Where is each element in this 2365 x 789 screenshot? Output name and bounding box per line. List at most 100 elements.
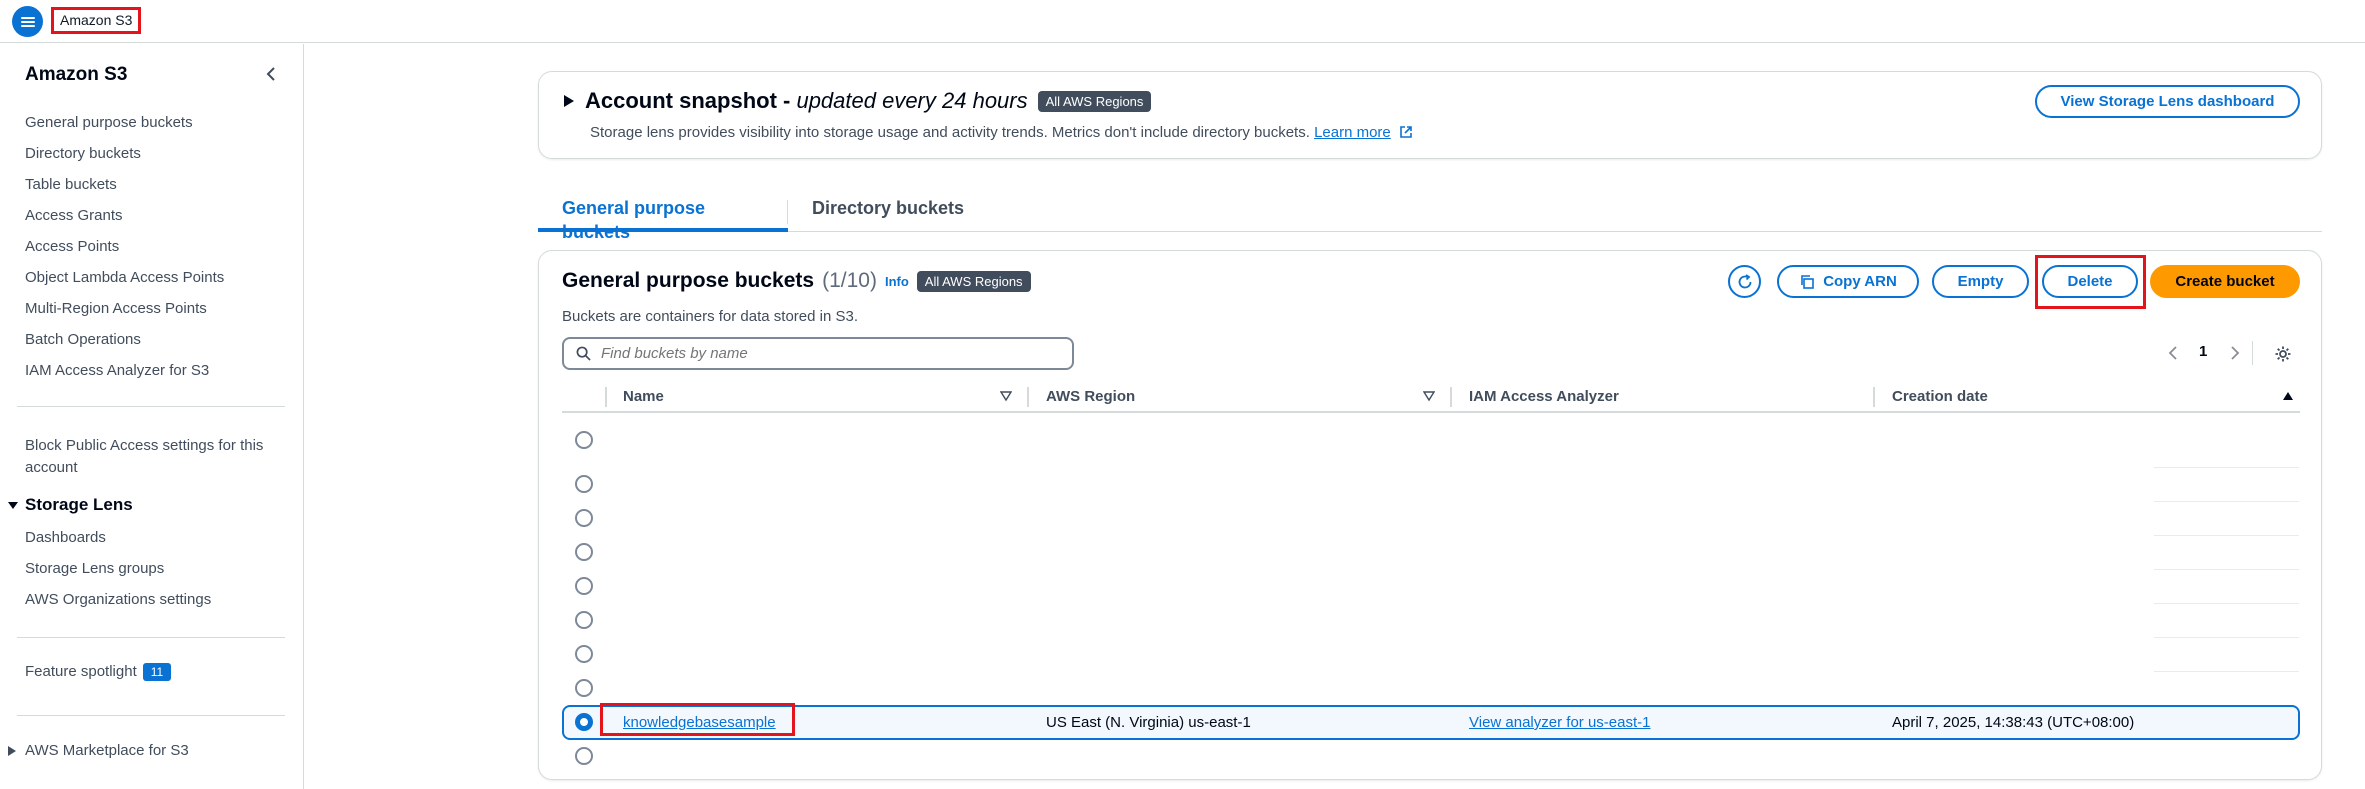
caret-right-icon bbox=[8, 745, 16, 756]
row-select-radio[interactable] bbox=[575, 475, 593, 493]
notification-count-badge: 11 bbox=[142, 663, 172, 681]
sidebar-item-general-purpose-buckets[interactable]: General purpose buckets bbox=[25, 114, 193, 131]
sidebar-item-label: account bbox=[25, 459, 78, 476]
column-header-region[interactable]: AWS Region bbox=[1046, 388, 1135, 405]
account-snapshot-description: Storage lens provides visibility into st… bbox=[590, 124, 1413, 141]
sidebar-item-iam-access-analyzer[interactable]: IAM Access Analyzer for S3 bbox=[25, 362, 209, 379]
search-icon bbox=[576, 346, 591, 361]
create-bucket-button[interactable]: Create bucket bbox=[2150, 265, 2300, 298]
tab-divider bbox=[787, 200, 788, 224]
sidebar-item-storage-lens-groups[interactable]: Storage Lens groups bbox=[25, 560, 164, 577]
general-purpose-buckets-panel: General purpose buckets (1/10) Info All … bbox=[538, 250, 2322, 780]
sidebar: Amazon S3 General purpose buckets Direct… bbox=[0, 44, 304, 789]
column-divider bbox=[1027, 387, 1029, 407]
buckets-description: Buckets are containers for data stored i… bbox=[562, 308, 858, 325]
hamburger-menu-icon[interactable] bbox=[12, 6, 43, 37]
sidebar-item-dashboards[interactable]: Dashboards bbox=[25, 529, 106, 546]
sort-icon[interactable] bbox=[1000, 390, 1012, 402]
search-field[interactable] bbox=[562, 337, 1074, 370]
sidebar-section-label: Storage Lens bbox=[25, 495, 133, 514]
sort-icon[interactable] bbox=[1423, 390, 1435, 402]
sidebar-item-directory-buckets[interactable]: Directory buckets bbox=[25, 145, 141, 162]
sidebar-item-access-grants[interactable]: Access Grants bbox=[25, 207, 123, 224]
view-storage-lens-dashboard-button[interactable]: View Storage Lens dashboard bbox=[2035, 85, 2300, 118]
refresh-button[interactable] bbox=[1728, 265, 1761, 298]
empty-button[interactable]: Empty bbox=[1932, 265, 2029, 298]
search-input[interactable] bbox=[601, 345, 1041, 362]
pager-divider bbox=[2252, 341, 2253, 365]
row-divider bbox=[2154, 603, 2299, 604]
row-select-radio[interactable] bbox=[575, 577, 593, 595]
row-select-radio[interactable] bbox=[575, 611, 593, 629]
sidebar-section-storage-lens[interactable]: Storage Lens bbox=[7, 495, 133, 515]
regions-badge: All AWS Regions bbox=[916, 270, 1031, 292]
sidebar-item-batch-operations[interactable]: Batch Operations bbox=[25, 331, 141, 348]
row-divider bbox=[2154, 569, 2299, 570]
chevron-right-icon[interactable] bbox=[2229, 345, 2241, 361]
delete-button[interactable]: Delete bbox=[2042, 265, 2138, 298]
buckets-header: General purpose buckets (1/10) Info All … bbox=[562, 269, 1031, 293]
column-header-name[interactable]: Name bbox=[623, 388, 664, 405]
copy-icon bbox=[1801, 274, 1814, 289]
pagination-page[interactable]: 1 bbox=[2199, 343, 2207, 360]
regions-badge: All AWS Regions bbox=[1037, 90, 1152, 112]
tab-general-purpose-buckets[interactable]: General purpose buckets bbox=[538, 196, 788, 242]
sidebar-item-block-public-access[interactable]: Block Public Access settings for this ac… bbox=[25, 437, 263, 476]
row-select-radio[interactable] bbox=[575, 543, 593, 561]
caret-down-icon bbox=[8, 502, 18, 509]
sidebar-divider bbox=[17, 715, 285, 716]
sort-ascending-icon[interactable] bbox=[2282, 390, 2294, 402]
learn-more-link[interactable]: Learn more bbox=[1314, 124, 1391, 141]
row-divider bbox=[2154, 501, 2299, 502]
row-select-radio[interactable] bbox=[575, 679, 593, 697]
account-snapshot-title: Account snapshot - updated every 24 hour… bbox=[585, 88, 1028, 113]
row-select-radio[interactable] bbox=[575, 645, 593, 663]
sidebar-divider bbox=[17, 406, 285, 407]
breadcrumb-amazon-s3[interactable]: Amazon S3 bbox=[51, 7, 142, 34]
tab-directory-buckets[interactable]: Directory buckets bbox=[788, 196, 988, 232]
copy-arn-label: Copy ARN bbox=[1823, 273, 1897, 290]
sidebar-item-access-points[interactable]: Access Points bbox=[25, 238, 119, 255]
row-select-radio[interactable] bbox=[575, 509, 593, 527]
sidebar-item-aws-organizations-settings[interactable]: AWS Organizations settings bbox=[25, 591, 211, 608]
info-link[interactable]: Info bbox=[885, 274, 909, 289]
sidebar-item-label: AWS Marketplace for S3 bbox=[25, 742, 189, 759]
account-snapshot-header[interactable]: Account snapshot - updated every 24 hour… bbox=[563, 88, 1152, 114]
column-divider bbox=[605, 387, 607, 407]
column-header-creation-date[interactable]: Creation date bbox=[1892, 388, 1988, 405]
buckets-title: General purpose buckets bbox=[562, 269, 815, 292]
row-select-radio[interactable] bbox=[575, 747, 593, 765]
sidebar-item-multi-region-access-points[interactable]: Multi-Region Access Points bbox=[25, 300, 207, 317]
sidebar-divider bbox=[17, 637, 285, 638]
sidebar-item-object-lambda-access-points[interactable]: Object Lambda Access Points bbox=[25, 269, 224, 286]
column-header-iam-access-analyzer[interactable]: IAM Access Analyzer bbox=[1469, 388, 1619, 405]
sidebar-item-label: Block Public Access settings for this bbox=[25, 437, 264, 454]
sidebar-title: Amazon S3 bbox=[25, 64, 128, 85]
sidebar-item-table-buckets[interactable]: Table buckets bbox=[25, 176, 117, 193]
row-select-radio-checked[interactable] bbox=[575, 713, 593, 731]
sidebar-item-feature-spotlight[interactable]: Feature spotlight 11 bbox=[25, 663, 172, 681]
copy-arn-button[interactable]: Copy ARN bbox=[1777, 265, 1919, 298]
refresh-icon bbox=[1738, 273, 1751, 288]
row-divider bbox=[2154, 467, 2299, 468]
view-analyzer-link[interactable]: View analyzer for us-east-1 bbox=[1469, 714, 1650, 731]
gear-icon[interactable] bbox=[2274, 345, 2292, 363]
row-divider bbox=[2154, 637, 2299, 638]
column-divider bbox=[1873, 387, 1875, 407]
chevron-left-icon[interactable] bbox=[2167, 345, 2179, 361]
sidebar-item-aws-marketplace[interactable]: AWS Marketplace for S3 bbox=[7, 742, 189, 759]
bucket-name-link[interactable]: knowledgebasesample bbox=[623, 714, 776, 731]
selection-count: (1/10) bbox=[822, 269, 877, 292]
external-link-icon bbox=[1400, 126, 1412, 138]
chevron-left-icon[interactable] bbox=[263, 66, 279, 82]
sidebar-item-label: Feature spotlight bbox=[25, 663, 137, 680]
column-divider bbox=[1450, 387, 1452, 407]
row-divider bbox=[2154, 671, 2299, 672]
top-navigation-bar: Amazon S3 bbox=[0, 0, 2365, 43]
caret-right-icon bbox=[564, 95, 574, 107]
bucket-type-tabs: General purpose buckets Directory bucket… bbox=[538, 190, 2322, 242]
account-snapshot-panel: Account snapshot - updated every 24 hour… bbox=[538, 71, 2322, 159]
bucket-region: US East (N. Virginia) us-east-1 bbox=[1046, 714, 1251, 731]
bucket-creation-date: April 7, 2025, 14:38:43 (UTC+08:00) bbox=[1892, 714, 2135, 731]
row-select-radio[interactable] bbox=[575, 431, 593, 449]
